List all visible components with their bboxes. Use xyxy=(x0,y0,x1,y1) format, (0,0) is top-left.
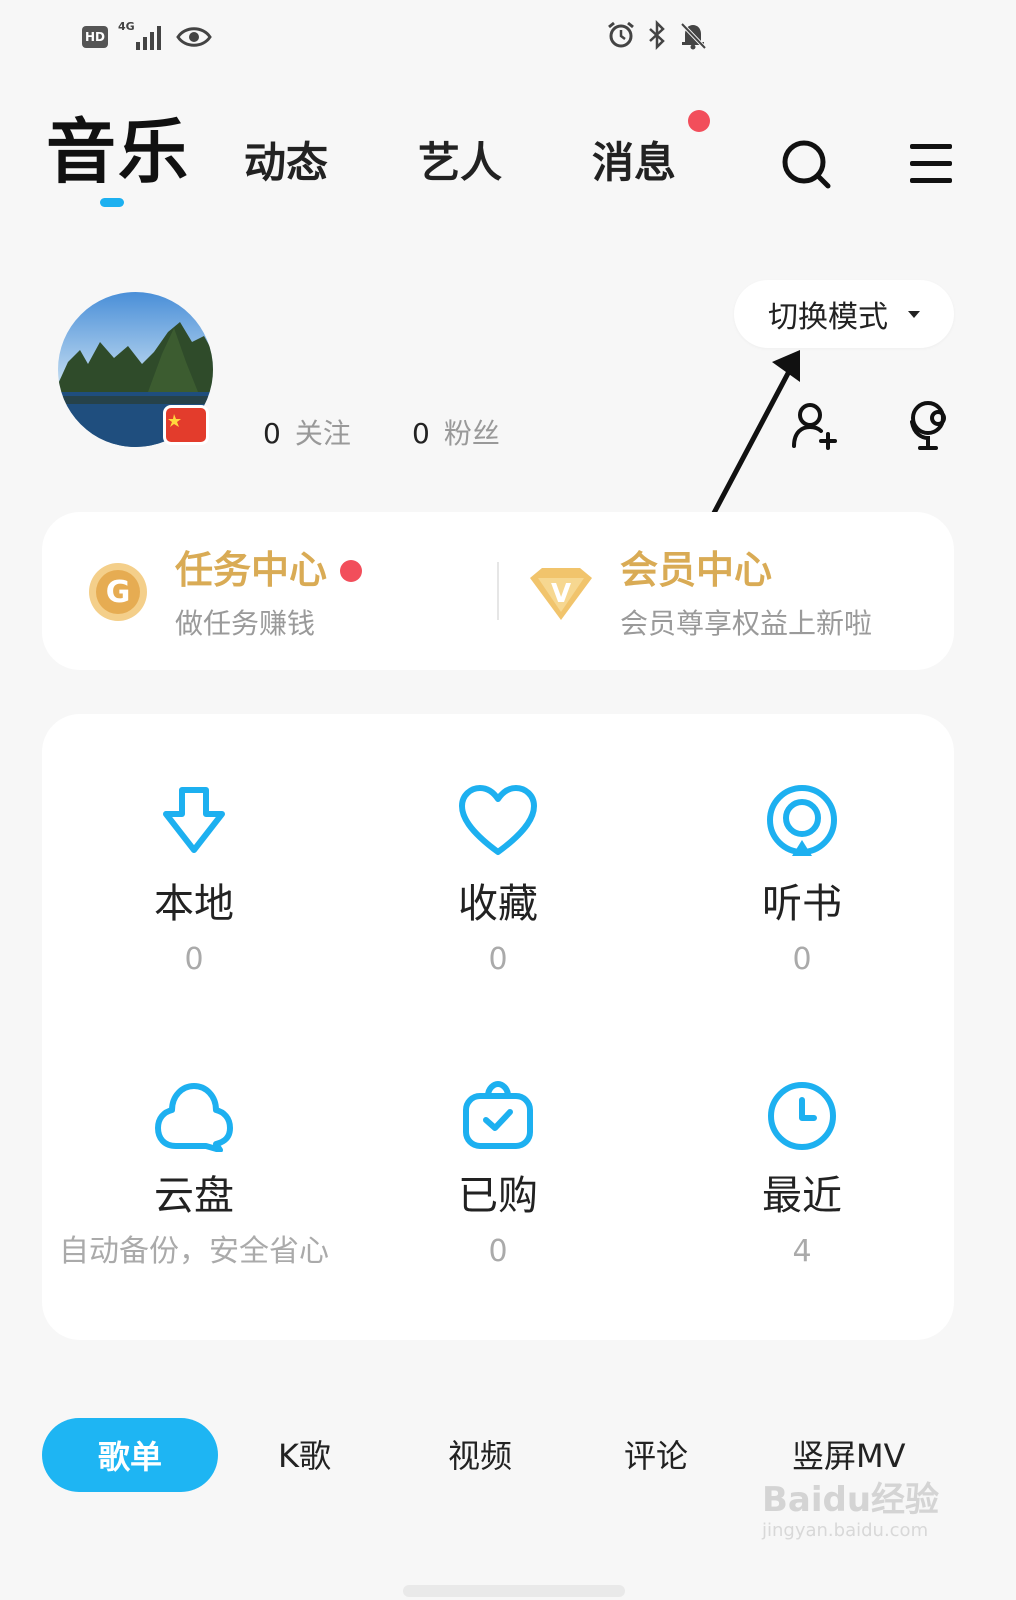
task-center-title[interactable]: 任务中心 xyxy=(175,548,327,592)
task-coin-icon: G xyxy=(88,562,148,622)
switch-mode-button[interactable]: 切换模式 xyxy=(734,280,954,348)
grid-item-purchased[interactable]: 已购 0 xyxy=(346,1080,650,1270)
signal-4g-icon: 4G xyxy=(118,20,166,52)
tab-messages[interactable]: 消息 xyxy=(592,138,676,188)
svg-text:V: V xyxy=(551,579,571,609)
grid-item-favorites[interactable]: 收藏 0 xyxy=(346,784,650,978)
svg-text:G: G xyxy=(106,575,131,610)
grid-count: 0 xyxy=(488,1234,508,1269)
grid-item-recent[interactable]: 最近 4 xyxy=(650,1080,954,1270)
menu-icon[interactable] xyxy=(908,142,954,186)
eye-icon xyxy=(176,27,212,47)
follow-stat[interactable]: 0 关注 xyxy=(263,412,351,452)
search-icon[interactable] xyxy=(780,138,832,190)
status-bar-left: HD 4G xyxy=(82,20,212,52)
home-indicator[interactable] xyxy=(403,1585,625,1597)
clock-icon xyxy=(768,1082,836,1150)
bluetooth-icon xyxy=(649,20,665,50)
follow-count: 0 xyxy=(263,417,281,450)
tab-comments[interactable]: 评论 xyxy=(624,1436,688,1476)
tab-feed[interactable]: 动态 xyxy=(244,138,328,188)
cloud-icon xyxy=(155,1083,233,1152)
status-bar-right xyxy=(606,20,708,50)
grid-label: 听书 xyxy=(762,881,842,927)
grid-subtitle: 自动备份，安全省心 xyxy=(59,1234,329,1269)
vip-diamond-icon: V xyxy=(528,566,594,622)
grid-count: 0 xyxy=(488,942,508,977)
switch-mode-label: 切换模式 xyxy=(768,300,888,335)
tab-videos[interactable]: 视频 xyxy=(448,1436,512,1476)
mute-bell-icon xyxy=(680,22,707,50)
grid-count: 0 xyxy=(184,942,204,977)
heart-icon xyxy=(459,785,537,855)
tab-playlists[interactable]: 歌单 xyxy=(42,1418,218,1492)
grid-item-cloud[interactable]: 云盘 自动备份，安全省心 xyxy=(42,1080,346,1270)
region-flag-badge xyxy=(163,405,209,445)
fans-label: 粉丝 xyxy=(443,417,500,450)
download-icon xyxy=(163,787,225,853)
active-tab-indicator xyxy=(100,198,124,207)
grid-label: 收藏 xyxy=(458,881,538,927)
grid-item-audiobooks[interactable]: 听书 0 xyxy=(650,784,954,978)
task-badge-dot xyxy=(340,560,362,582)
grid-label: 已购 xyxy=(458,1173,538,1219)
grid-item-local[interactable]: 本地 0 xyxy=(42,784,346,978)
grid-count: 0 xyxy=(792,942,812,977)
fans-stat[interactable]: 0 粉丝 xyxy=(412,412,500,452)
hd-icon: HD xyxy=(82,26,108,48)
tab-karaoke[interactable]: K歌 xyxy=(278,1436,331,1476)
purchased-bag-icon xyxy=(463,1080,533,1149)
grid-count: 4 xyxy=(792,1234,812,1269)
mic-icon[interactable] xyxy=(904,398,956,450)
promo-divider xyxy=(497,562,499,620)
fans-count: 0 xyxy=(412,417,430,450)
caret-down-icon xyxy=(908,310,920,318)
grid-label: 本地 xyxy=(154,881,234,927)
tab-artists[interactable]: 艺人 xyxy=(418,138,502,188)
vip-center-subtitle: 会员尊享权益上新啦 xyxy=(620,607,873,640)
alarm-icon xyxy=(608,21,634,48)
follow-label: 关注 xyxy=(294,417,351,450)
watermark-brand: Baidu经验 xyxy=(762,1480,940,1520)
message-badge-dot xyxy=(688,110,710,132)
vip-center-title[interactable]: 会员中心 xyxy=(620,548,772,592)
grid-label: 云盘 xyxy=(154,1173,234,1219)
tab-vertical-mv[interactable]: 竖屏MV xyxy=(792,1436,906,1476)
audiobook-icon xyxy=(767,785,837,856)
watermark-url: jingyan.baidu.com xyxy=(762,1520,929,1541)
tab-music[interactable]: 音乐 xyxy=(46,112,190,192)
task-center-subtitle: 做任务赚钱 xyxy=(175,607,316,640)
grid-label: 最近 xyxy=(762,1173,842,1219)
